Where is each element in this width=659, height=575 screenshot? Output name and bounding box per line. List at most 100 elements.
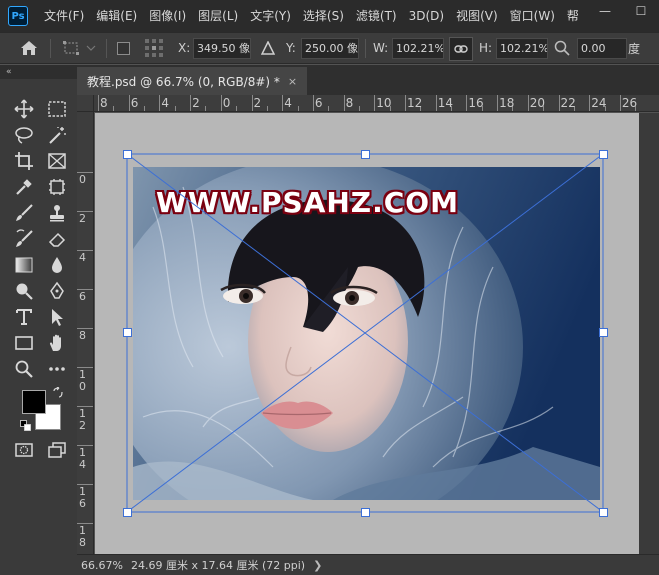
ruler-label: 6 bbox=[79, 497, 86, 510]
ruler-minor-tick bbox=[144, 106, 146, 111]
status-menu-arrow[interactable]: ❯ bbox=[313, 559, 322, 572]
hand-tool-icon[interactable] bbox=[46, 332, 68, 354]
menu-image[interactable]: 图像(I) bbox=[143, 0, 192, 32]
ruler-tick bbox=[159, 95, 161, 111]
reference-point-grid-icon[interactable] bbox=[144, 33, 164, 63]
maximize-button[interactable]: ☐ bbox=[623, 0, 659, 22]
blur-tool-icon[interactable] bbox=[46, 254, 68, 276]
ruler-label: 4 bbox=[79, 458, 86, 471]
transform-handle-bottom-left[interactable] bbox=[123, 508, 132, 517]
screen-mode-icon[interactable] bbox=[46, 439, 68, 461]
vertical-scroll-area[interactable] bbox=[639, 113, 659, 554]
menu-3d[interactable]: 3D(D) bbox=[403, 0, 450, 32]
document-tab-bar: 教程.psd @ 66.7% (0, RGB/8#) * × bbox=[77, 65, 659, 95]
zoom-level[interactable]: 66.67% bbox=[77, 559, 127, 572]
type-tool-icon[interactable] bbox=[13, 306, 35, 328]
frame-tool-icon[interactable] bbox=[46, 150, 68, 172]
ruler-label: 0 bbox=[79, 380, 86, 393]
transform-handle-bottom-right[interactable] bbox=[599, 508, 608, 517]
document-tab-title: 教程.psd @ 66.7% (0, RGB/8#) * bbox=[87, 74, 280, 89]
rectangle-tool-icon[interactable] bbox=[13, 332, 35, 354]
transform-handle-top-left[interactable] bbox=[123, 150, 132, 159]
marquee-tool-icon[interactable] bbox=[46, 98, 68, 120]
width-field[interactable]: 102.21% bbox=[392, 38, 444, 59]
eraser-tool-icon[interactable] bbox=[46, 228, 68, 250]
vertical-ruler[interactable]: 024681012141618 bbox=[77, 112, 94, 554]
ruler-tick bbox=[589, 95, 591, 111]
ruler-label: 6 bbox=[130, 96, 139, 110]
brush-tool-icon[interactable] bbox=[13, 202, 35, 224]
x-position-field[interactable]: 349.50 像 bbox=[193, 38, 251, 59]
menu-file[interactable]: 文件(F) bbox=[38, 0, 90, 32]
foreground-color-swatch[interactable] bbox=[22, 390, 46, 414]
reference-point-checkbox[interactable] bbox=[117, 33, 130, 63]
gradient-tool-icon[interactable] bbox=[13, 254, 35, 276]
ruler-tick bbox=[497, 95, 499, 111]
transform-handle-top-right[interactable] bbox=[599, 150, 608, 159]
height-field[interactable]: 102.21% bbox=[496, 38, 548, 59]
h-label: H: bbox=[479, 41, 493, 55]
relative-position-icon[interactable] bbox=[261, 33, 275, 63]
quick-mask-icon[interactable] bbox=[13, 439, 35, 461]
menu-layer[interactable]: 图层(L) bbox=[192, 0, 244, 32]
ruler-tick bbox=[558, 95, 560, 111]
ruler-minor-tick bbox=[266, 106, 268, 111]
menu-select[interactable]: 选择(S) bbox=[297, 0, 350, 32]
transform-handle-right[interactable] bbox=[599, 328, 608, 337]
ruler-label: 4 bbox=[79, 251, 86, 264]
object-selection-tool-icon[interactable] bbox=[46, 176, 68, 198]
menu-filter[interactable]: 滤镜(T) bbox=[350, 0, 403, 32]
horizontal-ruler[interactable]: 8 6 4 2 0 2 4 6 8 10 12 14 16 18 20 22 24 26 bbox=[94, 95, 659, 112]
home-icon[interactable] bbox=[20, 33, 38, 63]
zoom-tool-icon[interactable] bbox=[13, 358, 35, 380]
angle-unit: 度 bbox=[628, 41, 641, 56]
ruler-label: 6 bbox=[79, 290, 86, 303]
w-label: W: bbox=[373, 41, 389, 55]
menu-window[interactable]: 窗口(W) bbox=[504, 0, 561, 32]
menu-edit[interactable]: 编辑(E) bbox=[90, 0, 143, 32]
ruler-tick bbox=[435, 95, 437, 111]
lasso-tool-icon[interactable] bbox=[13, 124, 35, 146]
magic-wand-tool-icon[interactable] bbox=[46, 124, 68, 146]
menu-view[interactable]: 视图(V) bbox=[450, 0, 504, 32]
eyedropper-tool-icon[interactable] bbox=[13, 176, 35, 198]
swap-colors-icon[interactable] bbox=[52, 386, 64, 399]
ruler-tick bbox=[527, 95, 529, 111]
ruler-label: 6 bbox=[314, 96, 323, 110]
close-tab-icon[interactable]: × bbox=[288, 75, 297, 88]
ruler-label: 26 bbox=[621, 96, 638, 110]
ruler-tick bbox=[343, 95, 345, 111]
ruler-label: 1 bbox=[79, 407, 86, 420]
history-brush-tool-icon[interactable] bbox=[13, 228, 35, 250]
ruler-origin[interactable] bbox=[77, 95, 94, 112]
ruler-tick bbox=[312, 95, 314, 111]
default-colors-icon[interactable] bbox=[20, 420, 32, 432]
transform-preset-icon[interactable] bbox=[62, 33, 96, 63]
pen-tool-icon[interactable] bbox=[46, 280, 68, 302]
dodge-tool-icon[interactable] bbox=[13, 280, 35, 302]
crop-tool-icon[interactable] bbox=[13, 150, 35, 172]
clone-stamp-tool-icon[interactable] bbox=[46, 202, 68, 224]
transform-handle-top[interactable] bbox=[361, 150, 370, 159]
link-icon[interactable] bbox=[449, 37, 473, 61]
search-icon[interactable] bbox=[554, 33, 570, 63]
photoshop-logo: Ps bbox=[8, 6, 28, 26]
ruler-label: 2 bbox=[192, 96, 200, 110]
angle-field[interactable]: 0.00 bbox=[577, 38, 627, 59]
ruler-minor-tick bbox=[113, 106, 115, 111]
collapse-panel-button[interactable]: « bbox=[0, 65, 77, 79]
transform-handle-left[interactable] bbox=[123, 328, 132, 337]
path-selection-tool-icon[interactable] bbox=[46, 306, 68, 328]
ruler-minor-tick bbox=[236, 106, 238, 111]
more-tools-icon[interactable] bbox=[46, 358, 68, 380]
ruler-label: 1 bbox=[79, 368, 86, 381]
document-tab[interactable]: 教程.psd @ 66.7% (0, RGB/8#) * × bbox=[77, 67, 308, 95]
minimize-button[interactable]: — bbox=[587, 0, 623, 22]
ruler-label: 18 bbox=[499, 96, 515, 110]
ruler-minor-tick bbox=[358, 106, 360, 111]
menu-help[interactable]: 帮 bbox=[561, 0, 585, 32]
y-position-field[interactable]: 250.00 像 bbox=[301, 38, 359, 59]
menu-type[interactable]: 文字(Y) bbox=[244, 0, 297, 32]
transform-handle-bottom[interactable] bbox=[361, 508, 370, 517]
move-tool-icon[interactable] bbox=[13, 98, 35, 120]
